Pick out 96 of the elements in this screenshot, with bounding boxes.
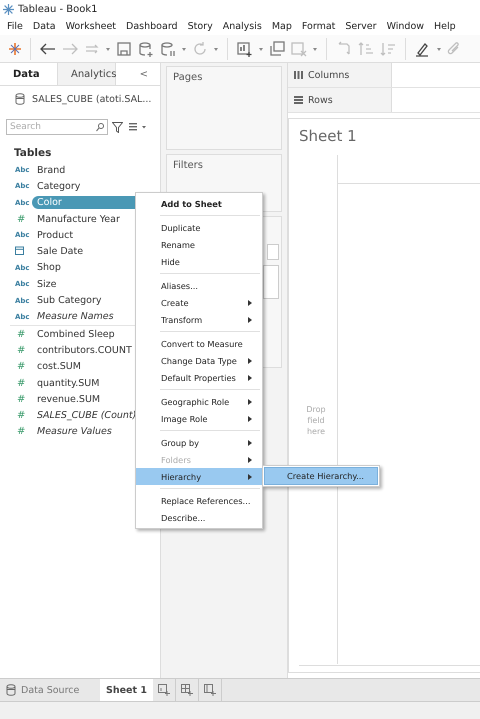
- back-arrow-icon[interactable]: [39, 40, 57, 56]
- data-source-name[interactable]: SALES_CUBE (atoti.SAL...: [32, 94, 152, 104]
- add-data-source-icon[interactable]: [137, 40, 155, 56]
- field-item[interactable]: Size: [32, 278, 62, 291]
- field-item[interactable]: Measure Values: [32, 425, 117, 438]
- number-type-icon: #: [15, 361, 31, 372]
- field-item[interactable]: Category: [32, 180, 86, 193]
- calendar-icon: [15, 246, 24, 256]
- menu-item[interactable]: Geographic Role: [136, 393, 262, 410]
- sort-ascending-icon[interactable]: [357, 40, 375, 56]
- card-title: Pages: [173, 72, 202, 83]
- field-item[interactable]: Sub Category: [32, 294, 106, 308]
- rows-icon: [294, 96, 303, 104]
- submenu-arrow-icon: [248, 300, 252, 306]
- menu-item[interactable]: Data: [28, 21, 61, 32]
- field-item[interactable]: revenue.SUM: [32, 392, 106, 406]
- menu-item[interactable]: Aliases...: [136, 277, 262, 294]
- menu-item[interactable]: Server: [340, 21, 382, 32]
- number-type-icon: #: [15, 214, 31, 225]
- menu-item[interactable]: Create: [136, 294, 262, 311]
- number-type-icon: #: [15, 344, 31, 356]
- field-item[interactable]: Manufacture Year: [32, 212, 125, 226]
- sheet-tab[interactable]: Data Source: [0, 679, 100, 701]
- field-item[interactable]: Combined Sleep: [32, 328, 120, 341]
- menu-item[interactable]: Dashboard: [121, 21, 183, 32]
- new-dashboard-icon: [180, 684, 193, 696]
- search-field[interactable]: Search: [6, 119, 108, 135]
- number-type-icon: #: [15, 328, 31, 340]
- menu-item[interactable]: Hierarchy: [136, 468, 262, 485]
- menu-item[interactable]: Change Data Type: [136, 352, 262, 369]
- field-item[interactable]: Brand: [32, 164, 70, 177]
- shelf-label: Rows: [308, 94, 333, 106]
- submenu-arrow-icon: [248, 456, 252, 462]
- menu-item[interactable]: Map: [266, 21, 297, 32]
- field-item[interactable]: Sale Date: [32, 245, 88, 258]
- filter-icon[interactable]: [112, 122, 123, 132]
- menu-item[interactable]: Transform: [136, 311, 262, 328]
- menu-item[interactable]: Default Properties: [136, 369, 262, 386]
- view-options-icon[interactable]: [127, 122, 147, 132]
- menu-item[interactable]: Story: [182, 21, 218, 32]
- new-story-icon: [204, 684, 216, 696]
- submenu-arrow-icon: [248, 440, 252, 446]
- clear-sheet-icon[interactable]: [290, 40, 308, 56]
- database-icon: [15, 93, 25, 105]
- number-type-icon: #: [15, 378, 31, 388]
- field-item[interactable]: Measure Names: [32, 310, 119, 324]
- logo-icon[interactable]: [8, 42, 22, 56]
- field-item[interactable]: Product: [32, 228, 78, 242]
- menu-item[interactable]: Create Hierarchy...: [264, 467, 378, 485]
- pane-tab[interactable]: Analytics: [58, 63, 116, 85]
- duplicate-icon[interactable]: [268, 40, 286, 56]
- menu-item[interactable]: Duplicate: [136, 219, 262, 236]
- submenu-arrow-icon: [248, 398, 252, 404]
- menu-item[interactable]: Image Role: [136, 410, 262, 427]
- field-item[interactable]: cost.SUM: [32, 360, 86, 374]
- sort-descending-icon[interactable]: [379, 40, 397, 56]
- new-worksheet-icon[interactable]: [236, 40, 254, 56]
- submenu-arrow-icon: [248, 416, 252, 422]
- number-type-icon: #: [15, 410, 31, 422]
- field-item[interactable]: contributors.COUNT: [32, 344, 137, 357]
- number-type-icon: #: [15, 426, 31, 438]
- menu-item[interactable]: Hide: [136, 253, 262, 270]
- menu-item[interactable]: File: [2, 21, 28, 32]
- window-title: Tableau - Book1: [18, 4, 98, 14]
- tables-heading: Tables: [13, 146, 52, 161]
- menu-item[interactable]: Group by: [136, 434, 262, 451]
- menu-item[interactable]: Window: [382, 21, 430, 32]
- field-item[interactable]: Shop: [32, 261, 66, 274]
- mark-button[interactable]: [263, 265, 279, 299]
- sheet-tab[interactable]: Sheet 1: [100, 679, 153, 701]
- drop-hint: Drop field here: [305, 404, 327, 438]
- menu-item[interactable]: Describe...: [136, 509, 262, 526]
- menu-item[interactable]: Rename: [136, 236, 262, 253]
- submenu-arrow-icon: [248, 316, 252, 322]
- save-icon[interactable]: [115, 40, 133, 56]
- search-icon: [96, 123, 104, 132]
- collapse-button[interactable]: <: [134, 63, 154, 85]
- number-type-icon: #: [15, 394, 31, 405]
- card-title: Filters: [173, 160, 203, 171]
- submenu-arrow-icon: [248, 474, 252, 480]
- new-worksheet-icon: [158, 684, 170, 696]
- submenu-arrow-icon: [248, 358, 252, 364]
- database-icon: [6, 684, 16, 696]
- submenu-arrow-icon: [248, 374, 252, 380]
- app-logo-icon: [3, 4, 14, 14]
- menu-item[interactable]: Replace References...: [136, 492, 262, 509]
- menu-item[interactable]: Convert to Measure: [136, 335, 262, 352]
- menu-item[interactable]: Format: [296, 21, 340, 32]
- columns-icon: [294, 71, 303, 79]
- menu-item[interactable]: Worksheet: [60, 21, 122, 32]
- shelf-label: Columns: [308, 70, 350, 80]
- field-item[interactable]: quantity.SUM: [32, 376, 104, 390]
- menu-item[interactable]: Help: [429, 21, 461, 32]
- menu-item[interactable]: Analysis: [218, 21, 267, 32]
- sheet-title: Sheet 1: [298, 126, 357, 145]
- pause-icon[interactable]: [159, 40, 177, 56]
